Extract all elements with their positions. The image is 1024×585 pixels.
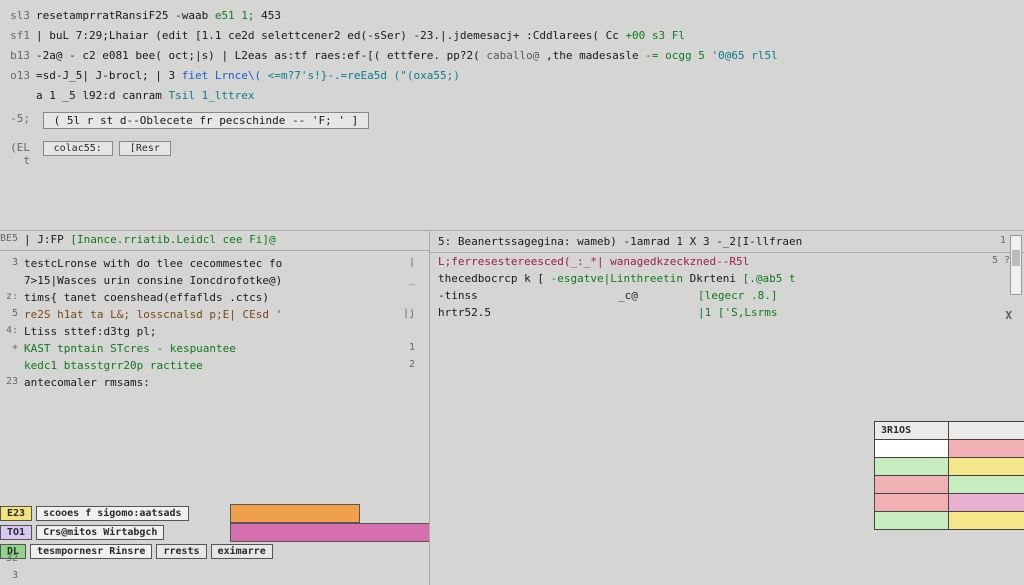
list-item: +KAST tpntain STcres - kespuantee1 [0,340,429,357]
code-line: b13-2a@ - c2 e081 bee( oct;|s) | L2eas a… [0,46,1024,66]
list-item: 3testcLronse with do tlee cecommestec fo… [0,255,429,272]
table-cell [948,476,1024,494]
left-pane-body: 3testcLronse with do tlee cecommestec fo… [0,255,429,391]
list-item: 23antecomaler rmsams: [0,374,429,391]
tab[interactable]: [Resr [119,141,171,156]
tag-code: E23 [0,506,32,521]
table-row[interactable]: Cbbvorptat steftPL.._.|Cottessansahe [875,476,1024,494]
table-cell [875,440,949,458]
gutter-3: 3 [0,570,24,581]
left-pane: BE5| J:FP [Inance.rriatib.Leidcl cee Fi]… [0,231,430,585]
tag-list: E23 scooes f sigomo:aatsads TO1 Crs@mitos W… [0,504,429,561]
vertical-scrollbar[interactable] [1010,235,1022,295]
tag-row[interactable]: DLtesmpornesr Rinsrerrestseximarre [0,542,429,561]
tag-code: TO1 [0,525,32,540]
table-cell [948,512,1024,530]
table-row[interactable]: Lc&atenton & ccoirsrzasredetew .|Ccrenr [875,458,1024,476]
right-pane-header: 5: Beanertssagegina: wameb) -1amrad 1 X … [430,231,1024,253]
list-item: -tinss_c@[legecr .8.] [438,287,1024,304]
code-line: sf1| buL 7:29;Lhaiar (edit [1.1 ce2d sel… [0,26,1024,46]
table-header-row: 3R1OS25 -Cojetcart(cofs[jI5.12AI [875,422,1024,440]
table-cell [875,494,949,512]
table-cell [948,458,1024,476]
table-cell [875,512,949,530]
table-cell [948,440,1024,458]
code-line: sl3resetamprratRansiF25 -waab e51 1; 453 [0,6,1024,26]
close-icon[interactable]: X [1005,309,1012,322]
list-item: 5re2S h1at ta L&; losscnalsd p;E| CEsd '… [0,306,429,323]
list-item: thecedbocrcp k [ -esgatve|Linthreetin Dk… [438,270,1024,287]
table-cell [875,458,949,476]
data-table: 3R1OS25 -Cojetcart(cofs[jI5.12AILonnins … [874,421,1024,530]
table-row[interactable]: Ctvftete. C caitstst.,reppesk . |Loreati… [875,494,1024,512]
lower-split: BE5| J:FP [Inance.rriatib.Leidcl cee Fi]… [0,230,1024,585]
list-item: L;ferresestereesced(_:_*| wanagedkzeckzn… [438,253,1024,270]
mid-section: -5; ( 5l r st d--Oblecete fr pecschinde … [0,106,1024,135]
tag-label: Crs@mitos Wirtabgch [36,525,164,540]
gutter-32: 32 [0,553,24,564]
list-item: hrtr52.5|1 ['S,Lsrms [438,304,1024,321]
code-line: a 1 _5 l92:d canram Tsil 1_lttrex [0,86,1024,106]
table-row[interactable]: Lonnins Flaadotoiars3 |Wizeri |Inlitegoc… [875,440,1024,458]
code-editor-top: sl3resetamprratRansiF25 -waab e51 1; 453… [0,0,1024,106]
tag-label: scooes f sigomo:aatsads [36,506,188,521]
right-pane: 5: Beanertssagegina: wameb) -1amrad 1 X … [430,231,1024,585]
tag-row[interactable]: TO1 Crs@mitos Wirtabgch [0,523,429,542]
left-pane-header: BE5| J:FP [Inance.rriatib.Leidcl cee Fi]… [0,231,429,251]
tabstrip: (EL t colac55: [Resr [0,135,1024,173]
table-row[interactable]: Freacertol :selbl ecilvaJeresce [875,512,1024,530]
tag-label: tesmpornesr Rinsre [30,544,152,559]
mid-label-box[interactable]: ( 5l r st d--Oblecete fr pecschinde -- '… [43,112,370,129]
table-cell [875,476,949,494]
tabstrip-gutter: (EL t [8,141,36,167]
tag-row[interactable]: E23 scooes f sigomo:aatsads [0,504,429,523]
list-item: 4:Ltiss sttef:d3tg pl; [0,323,429,340]
list-item: kedc1 btasstgrr20p ractitee2 [0,357,429,374]
list-item: 7>15|Wasces urin consine Ioncdrofotke@)_ [0,272,429,289]
table-cell [948,494,1024,512]
code-line: o13=sd-J_5| J-brocl; | 3 fiet Lrnce\( <=… [0,66,1024,86]
list-item: z:tims{ tanet coenshead(effaflds .ctcs) [0,289,429,306]
tab[interactable]: colac55: [43,141,113,156]
right-pane-body: L;ferresestereesced(_:_*| wanagedkzeckzn… [430,253,1024,321]
